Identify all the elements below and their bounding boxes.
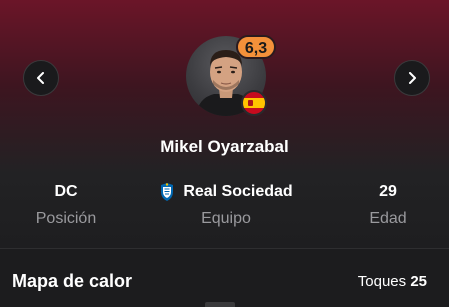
player-avatar-group: 6,3 bbox=[186, 35, 276, 116]
spain-flag-icon bbox=[241, 90, 267, 116]
heatmap-title: Mapa de calor bbox=[12, 271, 133, 291]
position-value: DC bbox=[54, 183, 78, 200]
position-label: Posición bbox=[35, 210, 97, 227]
stat-age: 29 Edad bbox=[348, 182, 428, 228]
next-player-button[interactable] bbox=[394, 60, 430, 96]
stat-position: DC Posición bbox=[26, 182, 106, 228]
age-label: Edad bbox=[369, 210, 407, 227]
player-name: Mikel Oyarzabal bbox=[160, 137, 289, 156]
team-value[interactable]: Real Sociedad bbox=[146, 182, 306, 202]
touches-count: Toques 25 bbox=[358, 273, 427, 290]
heatmap-pitch bbox=[205, 302, 235, 307]
age-value: 29 bbox=[379, 183, 397, 200]
team-name: Real Sociedad bbox=[183, 183, 293, 200]
touches-label: Toques bbox=[357, 273, 407, 290]
chevron-right-icon bbox=[409, 72, 416, 84]
section-divider bbox=[0, 248, 449, 249]
player-rating-badge: 6,3 bbox=[236, 35, 276, 59]
chevron-left-icon bbox=[37, 72, 44, 84]
stat-team[interactable]: Real Sociedad Equipo bbox=[146, 182, 306, 228]
previous-player-button[interactable] bbox=[23, 60, 59, 96]
touches-value: 25 bbox=[410, 273, 427, 290]
real-sociedad-crest-icon bbox=[161, 183, 174, 201]
team-label: Equipo bbox=[201, 210, 251, 227]
